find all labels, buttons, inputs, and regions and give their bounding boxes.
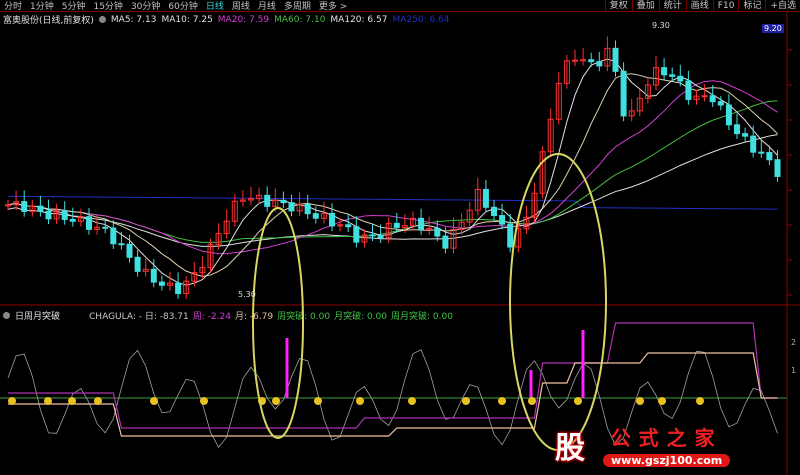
ma5-line xyxy=(7,58,778,286)
candle xyxy=(620,70,627,117)
smiley-icon xyxy=(150,397,158,405)
smiley-icon xyxy=(314,397,322,405)
candle xyxy=(288,202,295,212)
smiley-icon xyxy=(498,397,506,405)
candle xyxy=(175,282,182,295)
smiley-icon xyxy=(8,397,16,405)
smiley-icon xyxy=(574,397,582,405)
smiley-icon xyxy=(462,397,470,405)
smiley-icon xyxy=(68,397,76,405)
candle xyxy=(280,199,287,204)
candle xyxy=(507,223,514,248)
candle xyxy=(345,224,352,228)
candle xyxy=(588,59,595,63)
ma20-line xyxy=(7,80,778,255)
candle xyxy=(742,133,749,137)
candle xyxy=(482,188,489,208)
breakout-bar xyxy=(285,338,289,398)
smiley-icon xyxy=(94,397,102,405)
candle xyxy=(612,47,619,72)
candle xyxy=(734,124,740,135)
candle xyxy=(264,194,271,207)
smiley-icon xyxy=(408,397,416,405)
candle xyxy=(669,74,676,77)
chart-canvas[interactable] xyxy=(0,0,800,475)
candle xyxy=(580,59,587,62)
candle xyxy=(37,205,44,212)
breakout-bar xyxy=(529,370,533,398)
ma10-line xyxy=(7,73,778,277)
smiley-icon xyxy=(658,397,666,405)
candle xyxy=(158,281,165,286)
candle xyxy=(766,152,773,161)
candle xyxy=(434,227,441,237)
candle xyxy=(491,206,497,217)
candle xyxy=(377,235,384,239)
candle xyxy=(717,101,724,106)
candle xyxy=(102,226,109,229)
logo-glyph: 股 xyxy=(555,430,585,466)
week-line xyxy=(8,322,778,429)
candle xyxy=(661,67,668,76)
candle xyxy=(596,61,603,67)
ma60-line xyxy=(7,100,778,243)
candle xyxy=(21,201,28,212)
high-annotation: 9.30 xyxy=(652,21,670,30)
candle xyxy=(45,210,52,220)
candle xyxy=(369,234,376,237)
candle xyxy=(418,217,425,231)
candle xyxy=(774,159,781,177)
candle xyxy=(5,204,11,207)
breakout-bar xyxy=(581,330,585,398)
candle xyxy=(61,210,68,220)
candle xyxy=(69,218,76,222)
candle xyxy=(677,75,684,82)
price-axis-label: 9.20 xyxy=(762,24,784,33)
candle xyxy=(150,268,157,283)
candle xyxy=(118,243,125,246)
watermark-logo: 股 公式之家 www.gszj100.com xyxy=(555,422,731,467)
axis-tick: 1 xyxy=(791,366,797,375)
candle xyxy=(725,104,732,126)
candle xyxy=(709,95,716,103)
candle xyxy=(86,216,92,230)
candle xyxy=(353,226,360,243)
smiley-icon xyxy=(272,397,280,405)
smiley-icon xyxy=(44,397,52,405)
axis-tick: 2 xyxy=(791,338,797,347)
low-annotation: 5.30 xyxy=(238,290,256,299)
smiley-icon xyxy=(528,397,536,405)
highlight-ellipse xyxy=(509,153,607,451)
candle xyxy=(329,212,335,227)
candle xyxy=(572,59,578,62)
candle xyxy=(126,243,133,258)
candle xyxy=(110,227,117,245)
candle xyxy=(685,80,692,100)
candle xyxy=(304,203,311,215)
logo-url: www.gszj100.com xyxy=(603,454,731,467)
smiley-icon xyxy=(696,397,704,405)
candle xyxy=(312,213,319,219)
ma120-line xyxy=(7,134,778,247)
candle xyxy=(701,95,708,98)
candle xyxy=(393,222,400,228)
smiley-icon xyxy=(356,397,364,405)
candle xyxy=(134,256,141,272)
smiley-icon xyxy=(636,397,644,405)
logo-name: 公式之家 xyxy=(610,426,723,450)
candle xyxy=(750,135,757,153)
candle xyxy=(442,235,449,249)
candle xyxy=(499,215,506,225)
candle xyxy=(758,151,765,154)
smiley-icon xyxy=(200,397,208,405)
ma250-line xyxy=(7,195,778,210)
